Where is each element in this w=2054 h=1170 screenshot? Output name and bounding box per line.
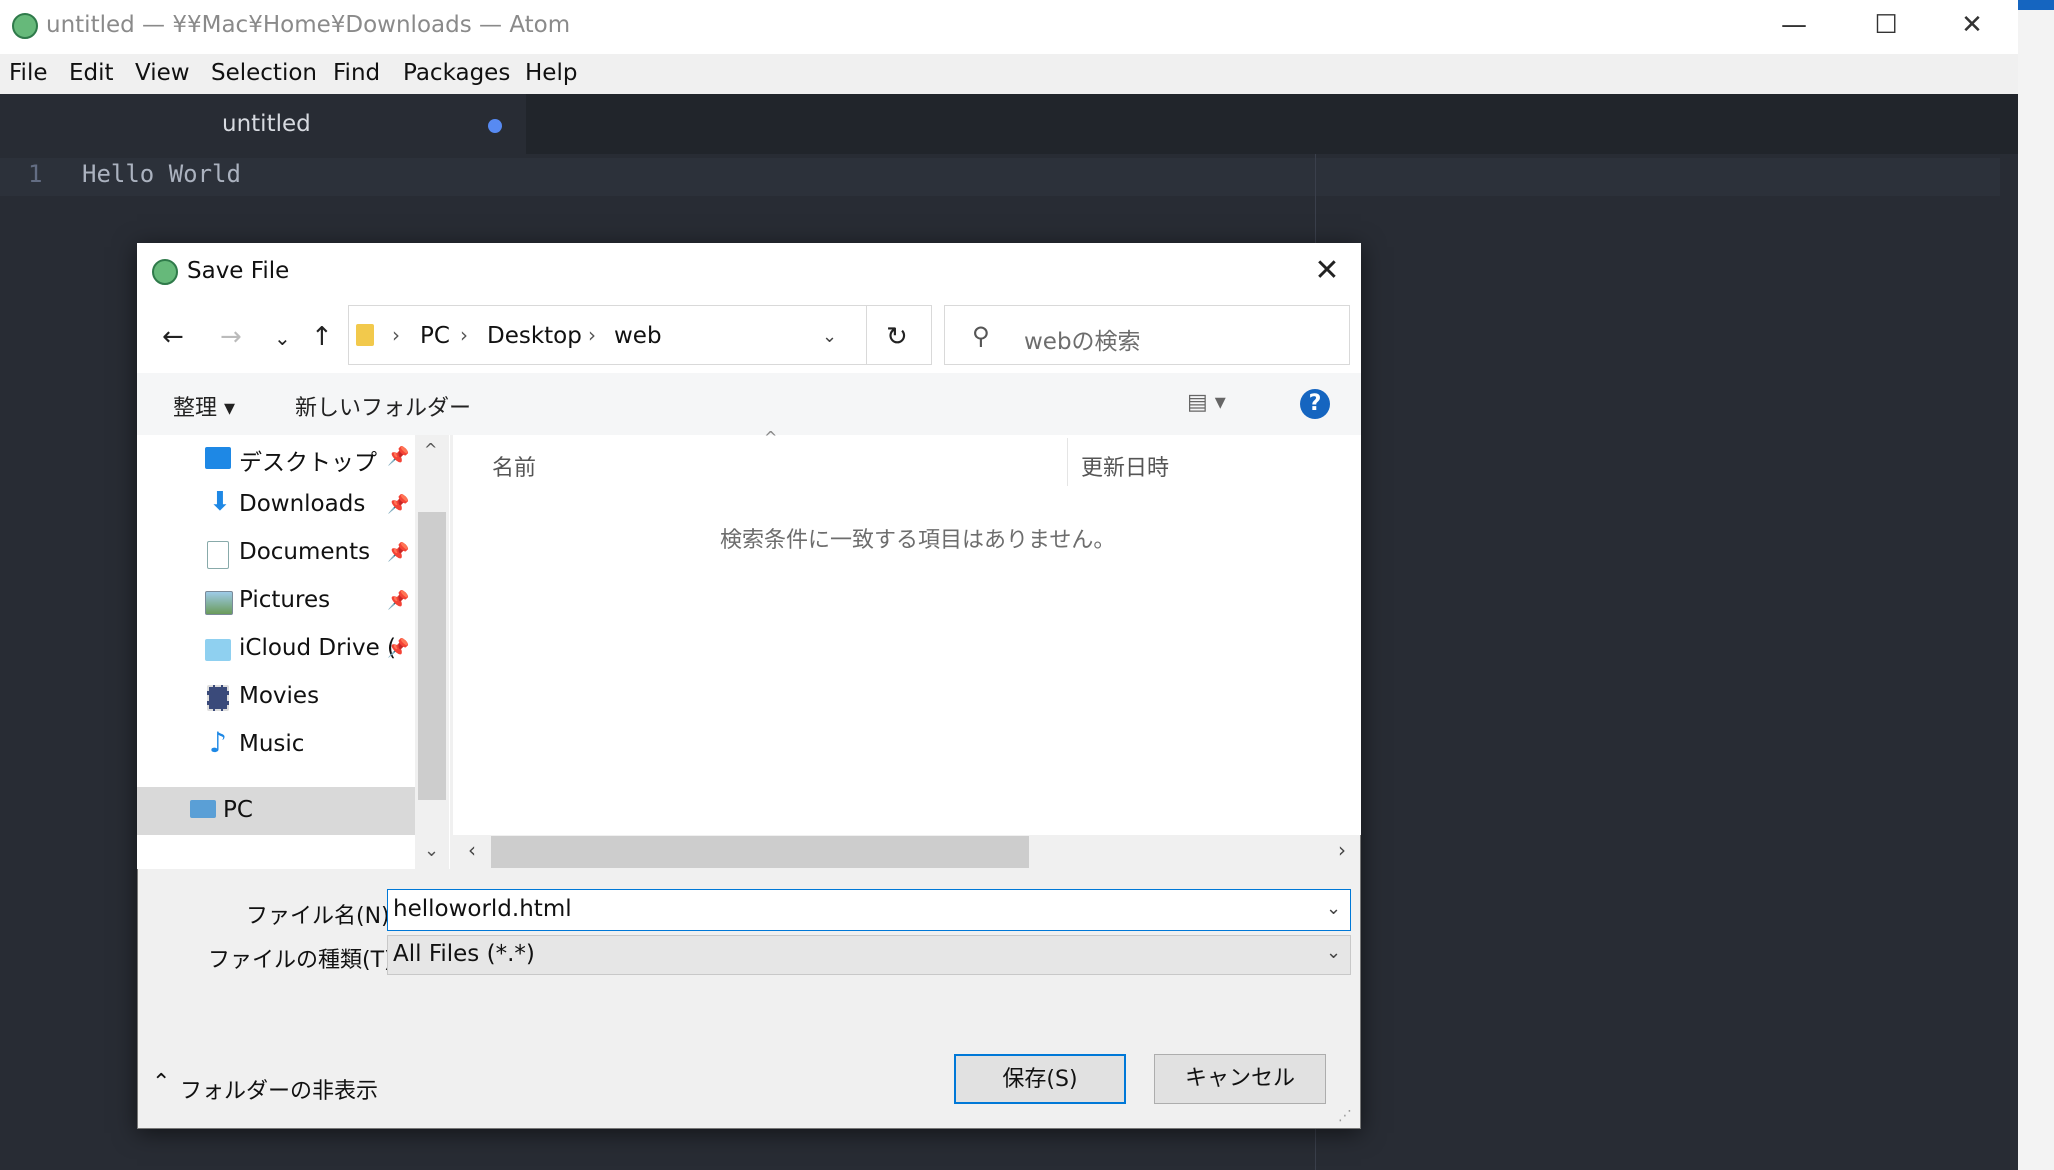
file-list[interactable] bbox=[453, 435, 1361, 835]
nav-item-music[interactable]: ♪ Music bbox=[137, 723, 450, 769]
horizontal-scroll-thumb[interactable] bbox=[491, 836, 1029, 868]
nav-item-downloads[interactable]: ⬇ Downloads 📌 bbox=[137, 483, 450, 529]
menu-edit[interactable]: Edit bbox=[69, 60, 114, 86]
pin-icon: 📌 bbox=[387, 494, 410, 515]
pictures-icon bbox=[205, 591, 233, 615]
menu-selection[interactable]: Selection bbox=[211, 60, 317, 86]
nav-pane-scroll-thumb[interactable] bbox=[418, 512, 446, 800]
filename-value[interactable]: helloworld.html bbox=[393, 896, 572, 922]
nav-label: Downloads bbox=[239, 491, 366, 517]
line-number: 1 bbox=[28, 160, 43, 188]
filename-label: ファイル名(N): bbox=[246, 904, 398, 929]
filetype-dropdown-icon[interactable]: ⌄ bbox=[1326, 942, 1341, 963]
nav-item-desktop[interactable]: デスクトップ 📌 bbox=[137, 435, 450, 481]
nav-item-movies[interactable]: Movies bbox=[137, 675, 450, 721]
scroll-down-arrow-icon[interactable]: ⌄ bbox=[424, 840, 439, 861]
column-header-date-modified[interactable]: 更新日時 bbox=[1081, 450, 1169, 482]
nav-label: Movies bbox=[239, 683, 320, 709]
music-icon: ♪ bbox=[209, 726, 227, 759]
scroll-up-arrow-icon[interactable]: ^ bbox=[424, 440, 437, 459]
scroll-right-arrow-icon[interactable]: › bbox=[1338, 838, 1346, 862]
nav-item-documents[interactable]: Documents 📌 bbox=[137, 531, 450, 577]
atom-logo-icon bbox=[152, 259, 178, 285]
pin-icon: 📌 bbox=[387, 542, 410, 563]
sort-indicator-icon: ^ bbox=[764, 428, 778, 447]
back-button[interactable]: ← bbox=[162, 322, 184, 352]
menu-view[interactable]: View bbox=[135, 60, 190, 86]
menu-find[interactable]: Find bbox=[333, 60, 380, 86]
new-folder-button[interactable]: 新しいフォルダー bbox=[295, 390, 471, 422]
organize-menu[interactable]: 整理 ▾ bbox=[173, 390, 235, 422]
dialog-title-bar bbox=[137, 243, 1361, 299]
search-icon: ⚲ bbox=[972, 322, 990, 350]
nav-label: iCloud Drive ( bbox=[239, 635, 397, 661]
breadcrumb-desktop[interactable]: Desktop bbox=[487, 323, 582, 349]
menu-file[interactable]: File bbox=[9, 60, 48, 86]
scroll-left-arrow-icon[interactable]: ‹ bbox=[468, 838, 476, 862]
hide-folders-toggle[interactable]: フォルダーの非表示 bbox=[180, 1073, 378, 1105]
search-placeholder: webの検索 bbox=[1024, 329, 1141, 355]
address-dropdown-icon[interactable]: ⌄ bbox=[822, 326, 837, 347]
cursor-line-highlight bbox=[0, 158, 2000, 196]
filetype-value: All Files (*.*) bbox=[393, 941, 535, 967]
nav-label: Documents bbox=[239, 539, 371, 565]
breadcrumb-separator: › bbox=[392, 323, 400, 347]
desktop-icon bbox=[205, 447, 231, 469]
background-window-edge bbox=[2018, 0, 2054, 1170]
menu-packages[interactable]: Packages bbox=[403, 60, 510, 86]
view-options-icon[interactable]: ▤ ▾ bbox=[1187, 390, 1226, 415]
nav-item-pc[interactable] bbox=[137, 787, 415, 835]
folder-icon bbox=[356, 324, 374, 346]
up-folder-button[interactable]: ↑ bbox=[311, 322, 333, 352]
minimize-button[interactable]: — bbox=[1748, 0, 1840, 54]
movies-icon bbox=[207, 685, 229, 711]
forward-button[interactable]: → bbox=[220, 322, 242, 352]
pin-icon: 📌 bbox=[387, 638, 410, 659]
window-title: untitled — ¥¥Mac¥Home¥Downloads — Atom bbox=[46, 12, 571, 38]
editor-text[interactable]: Hello World bbox=[82, 160, 241, 188]
background-window-accent bbox=[2018, 0, 2054, 10]
download-icon: ⬇ bbox=[209, 487, 231, 517]
refresh-button[interactable]: ↻ bbox=[886, 322, 908, 352]
nav-item-pictures[interactable]: Pictures 📌 bbox=[137, 579, 450, 625]
recent-locations-button[interactable]: ⌄ bbox=[274, 326, 291, 350]
column-divider[interactable] bbox=[1067, 438, 1068, 486]
modified-indicator-icon[interactable] bbox=[488, 119, 502, 133]
nav-label: デスクトップ bbox=[239, 450, 377, 476]
help-icon[interactable]: ? bbox=[1300, 389, 1330, 419]
nav-label: Music bbox=[239, 731, 305, 757]
chevron-up-icon[interactable]: ⌃ bbox=[152, 1070, 170, 1095]
search-box[interactable] bbox=[944, 305, 1350, 365]
filetype-label: ファイルの種類(T): bbox=[208, 948, 401, 973]
breadcrumb-separator: › bbox=[460, 323, 468, 347]
dialog-title: Save File bbox=[187, 258, 290, 284]
pc-icon bbox=[190, 800, 216, 818]
nav-item-icloud-drive[interactable]: iCloud Drive ( 📌 bbox=[137, 627, 450, 673]
cancel-button[interactable]: キャンセル bbox=[1154, 1054, 1326, 1104]
column-header-name[interactable]: 名前 bbox=[492, 450, 536, 482]
breadcrumb-web[interactable]: web bbox=[614, 323, 662, 349]
close-window-button[interactable]: ✕ bbox=[1926, 0, 2018, 54]
menu-help[interactable]: Help bbox=[525, 60, 577, 86]
documents-icon bbox=[207, 541, 229, 569]
pin-icon: 📌 bbox=[387, 446, 410, 467]
cloud-folder-icon bbox=[205, 639, 231, 661]
filename-dropdown-icon[interactable]: ⌄ bbox=[1326, 898, 1341, 919]
empty-list-message: 検索条件に一致する項目はありません。 bbox=[720, 528, 1116, 553]
tab-label: untitled bbox=[222, 111, 311, 137]
pin-icon: 📌 bbox=[387, 590, 410, 611]
maximize-button[interactable]: ☐ bbox=[1840, 0, 1932, 54]
resize-grip-icon[interactable]: ⋰ bbox=[1338, 1108, 1352, 1124]
dialog-close-button[interactable]: ✕ bbox=[1302, 251, 1352, 291]
save-button[interactable]: 保存(S) bbox=[954, 1054, 1126, 1104]
breadcrumb-pc[interactable]: PC bbox=[420, 323, 450, 349]
breadcrumb-separator: › bbox=[588, 323, 596, 347]
nav-label-pc: PC bbox=[223, 797, 253, 823]
nav-label: Pictures bbox=[239, 587, 331, 613]
atom-logo-icon bbox=[12, 13, 38, 39]
